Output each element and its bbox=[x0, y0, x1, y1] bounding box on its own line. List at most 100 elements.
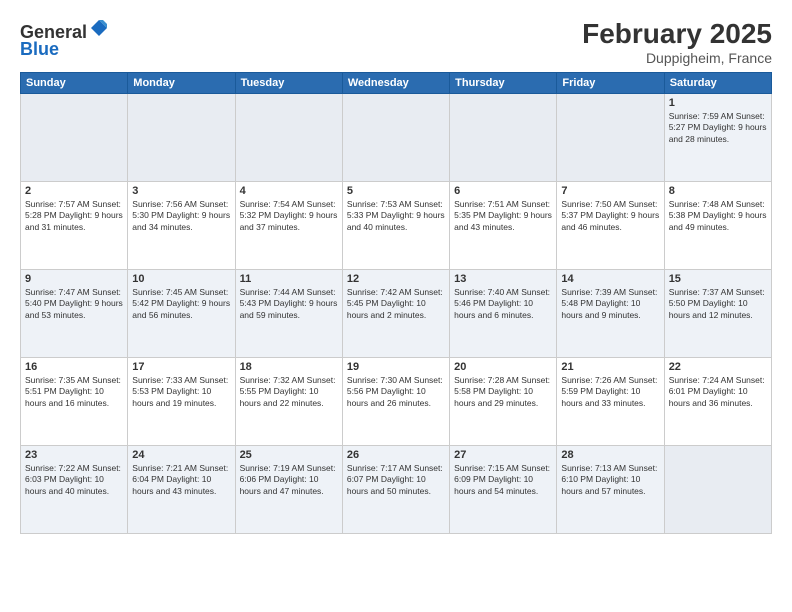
calendar-cell: 25 Sunrise: 7:19 AM Sunset: 6:06 PM Dayli… bbox=[235, 446, 342, 534]
calendar-cell bbox=[664, 446, 771, 534]
calendar-cell bbox=[21, 94, 128, 182]
weekday-header-thursday: Thursday bbox=[450, 73, 557, 94]
day-info: Sunrise: 7:37 AM Sunset: 5:50 PM Dayligh… bbox=[669, 287, 767, 321]
calendar-cell: 1Sunrise: 7:59 AM Sunset: 5:27 PM Daylig… bbox=[664, 94, 771, 182]
weekday-header-sunday: Sunday bbox=[21, 73, 128, 94]
weekday-header-saturday: Saturday bbox=[664, 73, 771, 94]
day-number: 2 bbox=[25, 185, 123, 197]
day-number: 21 bbox=[561, 361, 659, 373]
day-info: Sunrise: 7:53 AM Sunset: 5:33 PM Dayligh… bbox=[347, 199, 445, 233]
day-number: 15 bbox=[669, 273, 767, 285]
day-number: 1 bbox=[669, 97, 767, 109]
day-info: Sunrise: 7:15 AM Sunset: 6:09 PM Dayligh… bbox=[454, 463, 552, 497]
calendar-week-0: 1Sunrise: 7:59 AM Sunset: 5:27 PM Daylig… bbox=[21, 94, 772, 182]
day-info: Sunrise: 7:30 AM Sunset: 5:56 PM Dayligh… bbox=[347, 375, 445, 409]
calendar-cell: 4 Sunrise: 7:54 AM Sunset: 5:32 PM Daylig… bbox=[235, 182, 342, 270]
calendar-header-row: SundayMondayTuesdayWednesdayThursdayFrid… bbox=[21, 73, 772, 94]
header: General Blue February 2025 Duppigheim, F… bbox=[20, 18, 772, 66]
calendar-cell: 28 Sunrise: 7:13 AM Sunset: 6:10 PM Dayli… bbox=[557, 446, 664, 534]
day-number: 25 bbox=[240, 449, 338, 461]
day-number: 13 bbox=[454, 273, 552, 285]
location: Duppigheim, France bbox=[582, 50, 772, 66]
day-info: Sunrise: 7:22 AM Sunset: 6:03 PM Dayligh… bbox=[25, 463, 123, 497]
day-number: 8 bbox=[669, 185, 767, 197]
calendar-cell: 10 Sunrise: 7:45 AM Sunset: 5:42 PM Dayli… bbox=[128, 270, 235, 358]
day-number: 7 bbox=[561, 185, 659, 197]
day-info: Sunrise: 7:47 AM Sunset: 5:40 PM Dayligh… bbox=[25, 287, 123, 321]
calendar-cell: 7 Sunrise: 7:50 AM Sunset: 5:37 PM Daylig… bbox=[557, 182, 664, 270]
calendar-cell bbox=[450, 94, 557, 182]
day-info: Sunrise: 7:19 AM Sunset: 6:06 PM Dayligh… bbox=[240, 463, 338, 497]
day-info: Sunrise: 7:39 AM Sunset: 5:48 PM Dayligh… bbox=[561, 287, 659, 321]
calendar-cell bbox=[342, 94, 449, 182]
day-info: Sunrise: 7:32 AM Sunset: 5:55 PM Dayligh… bbox=[240, 375, 338, 409]
calendar-cell: 24Sunrise: 7:21 AM Sunset: 6:04 PM Dayli… bbox=[128, 446, 235, 534]
day-number: 24 bbox=[132, 449, 230, 461]
day-info: Sunrise: 7:35 AM Sunset: 5:51 PM Dayligh… bbox=[25, 375, 123, 409]
day-info: Sunrise: 7:45 AM Sunset: 5:42 PM Dayligh… bbox=[132, 287, 230, 321]
day-info: Sunrise: 7:42 AM Sunset: 5:45 PM Dayligh… bbox=[347, 287, 445, 321]
day-info: Sunrise: 7:51 AM Sunset: 5:35 PM Dayligh… bbox=[454, 199, 552, 233]
calendar-cell: 8 Sunrise: 7:48 AM Sunset: 5:38 PM Daylig… bbox=[664, 182, 771, 270]
day-info: Sunrise: 7:48 AM Sunset: 5:38 PM Dayligh… bbox=[669, 199, 767, 233]
calendar-cell: 22 Sunrise: 7:24 AM Sunset: 6:01 PM Dayli… bbox=[664, 358, 771, 446]
day-number: 10 bbox=[132, 273, 230, 285]
calendar-cell: 26 Sunrise: 7:17 AM Sunset: 6:07 PM Dayli… bbox=[342, 446, 449, 534]
weekday-header-friday: Friday bbox=[557, 73, 664, 94]
day-number: 20 bbox=[454, 361, 552, 373]
day-number: 28 bbox=[561, 449, 659, 461]
weekday-header-monday: Monday bbox=[128, 73, 235, 94]
calendar-cell: 5Sunrise: 7:53 AM Sunset: 5:33 PM Daylig… bbox=[342, 182, 449, 270]
day-number: 11 bbox=[240, 273, 338, 285]
calendar-cell: 21 Sunrise: 7:26 AM Sunset: 5:59 PM Dayli… bbox=[557, 358, 664, 446]
day-number: 14 bbox=[561, 273, 659, 285]
calendar-cell bbox=[235, 94, 342, 182]
logo: General Blue bbox=[20, 18, 109, 60]
calendar-cell: 9 Sunrise: 7:47 AM Sunset: 5:40 PM Daylig… bbox=[21, 270, 128, 358]
day-number: 22 bbox=[669, 361, 767, 373]
calendar-body: 1Sunrise: 7:59 AM Sunset: 5:27 PM Daylig… bbox=[21, 94, 772, 534]
day-info: Sunrise: 7:57 AM Sunset: 5:28 PM Dayligh… bbox=[25, 199, 123, 233]
day-info: Sunrise: 7:40 AM Sunset: 5:46 PM Dayligh… bbox=[454, 287, 552, 321]
calendar-cell: 11 Sunrise: 7:44 AM Sunset: 5:43 PM Dayli… bbox=[235, 270, 342, 358]
day-info: Sunrise: 7:56 AM Sunset: 5:30 PM Dayligh… bbox=[132, 199, 230, 233]
day-number: 26 bbox=[347, 449, 445, 461]
calendar-cell: 14 Sunrise: 7:39 AM Sunset: 5:48 PM Dayli… bbox=[557, 270, 664, 358]
logo-icon bbox=[89, 18, 109, 38]
day-number: 6 bbox=[454, 185, 552, 197]
page: General Blue February 2025 Duppigheim, F… bbox=[0, 0, 792, 612]
day-info: Sunrise: 7:44 AM Sunset: 5:43 PM Dayligh… bbox=[240, 287, 338, 321]
day-info: Sunrise: 7:13 AM Sunset: 6:10 PM Dayligh… bbox=[561, 463, 659, 497]
day-number: 16 bbox=[25, 361, 123, 373]
calendar-cell: 15 Sunrise: 7:37 AM Sunset: 5:50 PM Dayli… bbox=[664, 270, 771, 358]
calendar-cell: 12 Sunrise: 7:42 AM Sunset: 5:45 PM Dayli… bbox=[342, 270, 449, 358]
day-info: Sunrise: 7:50 AM Sunset: 5:37 PM Dayligh… bbox=[561, 199, 659, 233]
day-number: 17 bbox=[132, 361, 230, 373]
calendar-cell: 3 Sunrise: 7:56 AM Sunset: 5:30 PM Daylig… bbox=[128, 182, 235, 270]
day-info: Sunrise: 7:28 AM Sunset: 5:58 PM Dayligh… bbox=[454, 375, 552, 409]
day-info: Sunrise: 7:33 AM Sunset: 5:53 PM Dayligh… bbox=[132, 375, 230, 409]
calendar-cell: 19 Sunrise: 7:30 AM Sunset: 5:56 PM Dayli… bbox=[342, 358, 449, 446]
calendar-cell: 17 Sunrise: 7:33 AM Sunset: 5:53 PM Dayli… bbox=[128, 358, 235, 446]
day-info: Sunrise: 7:26 AM Sunset: 5:59 PM Dayligh… bbox=[561, 375, 659, 409]
calendar-cell bbox=[557, 94, 664, 182]
day-number: 3 bbox=[132, 185, 230, 197]
day-info: Sunrise: 7:17 AM Sunset: 6:07 PM Dayligh… bbox=[347, 463, 445, 497]
month-title: February 2025 bbox=[582, 18, 772, 50]
day-number: 23 bbox=[25, 449, 123, 461]
weekday-header-wednesday: Wednesday bbox=[342, 73, 449, 94]
day-number: 19 bbox=[347, 361, 445, 373]
day-number: 18 bbox=[240, 361, 338, 373]
weekday-header-tuesday: Tuesday bbox=[235, 73, 342, 94]
calendar: SundayMondayTuesdayWednesdayThursdayFrid… bbox=[20, 72, 772, 534]
day-info: Sunrise: 7:24 AM Sunset: 6:01 PM Dayligh… bbox=[669, 375, 767, 409]
day-info: Sunrise: 7:54 AM Sunset: 5:32 PM Dayligh… bbox=[240, 199, 338, 233]
calendar-week-1: 2 Sunrise: 7:57 AM Sunset: 5:28 PM Daylig… bbox=[21, 182, 772, 270]
calendar-cell: 20 Sunrise: 7:28 AM Sunset: 5:58 PM Dayli… bbox=[450, 358, 557, 446]
day-number: 9 bbox=[25, 273, 123, 285]
day-number: 4 bbox=[240, 185, 338, 197]
calendar-cell: 13 Sunrise: 7:40 AM Sunset: 5:46 PM Dayli… bbox=[450, 270, 557, 358]
calendar-week-3: 16 Sunrise: 7:35 AM Sunset: 5:51 PM Dayli… bbox=[21, 358, 772, 446]
day-number: 12 bbox=[347, 273, 445, 285]
calendar-cell: 2 Sunrise: 7:57 AM Sunset: 5:28 PM Daylig… bbox=[21, 182, 128, 270]
